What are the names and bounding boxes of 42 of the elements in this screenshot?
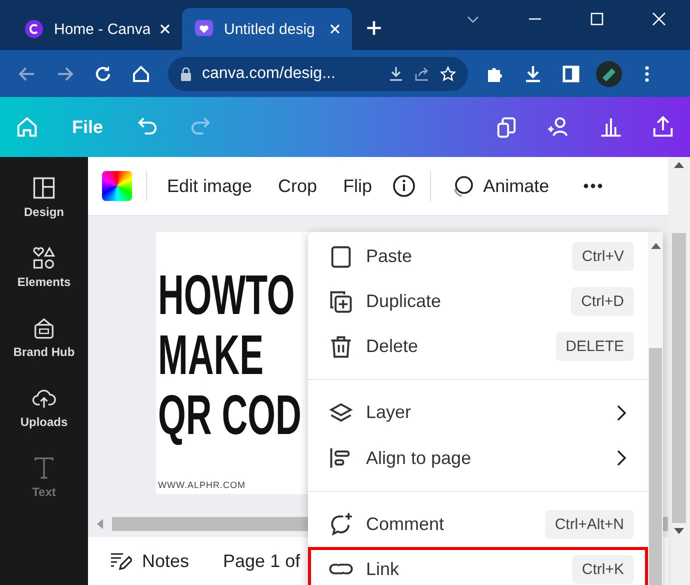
logo-icon	[24, 19, 44, 39]
sidebar-item[interactable]: Elements	[4, 245, 84, 289]
share-icon[interactable]	[414, 66, 430, 82]
info-icon[interactable]	[392, 174, 416, 198]
layout-icon	[31, 175, 57, 201]
menu-scrollbar[interactable]	[648, 232, 663, 585]
menu-item[interactable]: Link Ctrl+K	[308, 546, 648, 585]
arrow-up-icon[interactable]	[674, 161, 684, 169]
download-icon[interactable]	[388, 66, 404, 82]
shortcut-key: Ctrl+D	[571, 287, 634, 316]
sidebar-item[interactable]: Brand Hub	[4, 315, 84, 359]
new-tab-icon[interactable]	[366, 20, 382, 36]
sidebar-item[interactable]: Text	[4, 455, 84, 499]
shortcut-key: Ctrl+K	[572, 554, 634, 584]
page-indicator: Page 1 of	[223, 550, 300, 572]
browser-tab[interactable]: Untitled desig	[182, 8, 352, 50]
arrow-down-icon[interactable]	[674, 527, 684, 535]
toolbar-button[interactable]: Edit image	[161, 172, 258, 200]
toolbar-button[interactable]: Crop	[272, 172, 324, 200]
animate-icon	[451, 174, 476, 198]
address-bar[interactable]: canva.com/desig...	[168, 56, 468, 90]
lock-icon	[180, 66, 192, 80]
shapes-icon	[31, 245, 57, 271]
shortcut-key: Ctrl+V	[572, 242, 634, 272]
toolbar-button[interactable]: Flip	[337, 172, 378, 200]
comment-icon	[328, 511, 354, 538]
notes-label[interactable]: Notes	[142, 550, 190, 572]
menu-item[interactable]: Comment Ctrl+Alt+N	[308, 502, 648, 547]
shortcut-key: Ctrl+Alt+N	[544, 510, 634, 539]
color-swatch[interactable]	[102, 171, 132, 201]
duplicate-icon	[328, 288, 354, 315]
url-text: canva.com/desig...	[202, 64, 336, 82]
animate-button[interactable]: Animate	[445, 170, 556, 202]
star-icon[interactable]	[440, 66, 456, 82]
close-icon[interactable]	[160, 24, 170, 34]
sidebar-item[interactable]: Uploads	[4, 385, 84, 429]
vertical-scrollbar[interactable]	[668, 157, 690, 585]
arrow-up-icon[interactable]	[650, 242, 660, 250]
footer-text: WWW.ALPHR.COM	[158, 480, 246, 490]
sidebar-item[interactable]: Design	[4, 175, 84, 219]
shortcut-key: DELETE	[556, 332, 634, 362]
close-icon[interactable]	[330, 24, 340, 34]
